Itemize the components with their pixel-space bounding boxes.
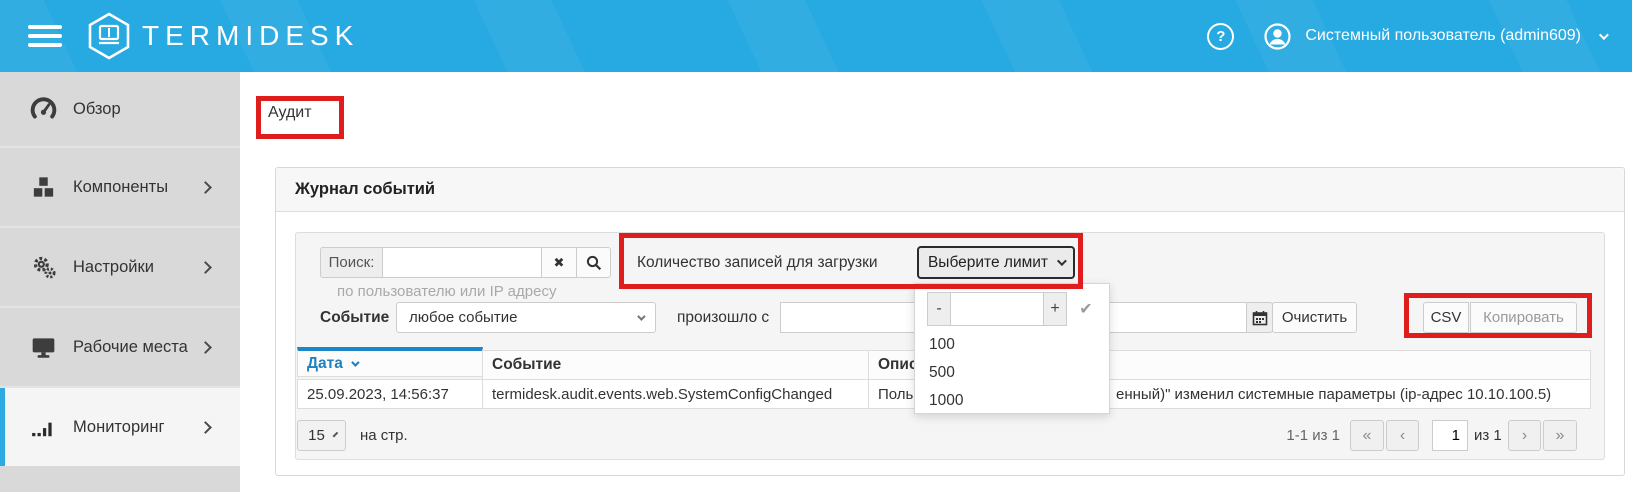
chevron-down-icon [332, 431, 338, 437]
last-page-button[interactable]: » [1543, 420, 1577, 451]
copy-button[interactable]: Копировать [1470, 302, 1577, 333]
limit-option-100[interactable]: 100 [915, 331, 1109, 359]
limit-options: 100 500 1000 [915, 331, 1109, 415]
event-type-select[interactable]: любое событие [396, 302, 656, 333]
hamburger-menu-icon[interactable] [28, 25, 62, 47]
page-number-input[interactable] [1432, 420, 1468, 451]
sidebar-item-label: Рабочие места [73, 338, 188, 357]
table-row-event: termidesk.audit.events.web.SystemConfigC… [482, 379, 869, 409]
brand-name: TERMIDESK [142, 0, 359, 72]
termidesk-logo-icon [86, 12, 132, 60]
sidebar-item-settings[interactable]: Настройки [0, 228, 240, 308]
chevron-right-icon [199, 181, 212, 194]
sidebar-item-label: Настройки [73, 258, 154, 277]
user-menu[interactable]: Системный пользователь (admin609) [1305, 27, 1581, 45]
page-total-label: из 1 [1474, 420, 1502, 451]
description-fragment-start: Поль [878, 386, 913, 403]
bars-icon [30, 414, 57, 440]
sidebar-item-components[interactable]: Компоненты [0, 148, 240, 228]
search-button[interactable] [576, 247, 611, 278]
clear-search-button[interactable]: ✖ [541, 247, 577, 278]
sidebar-item-label: Обзор [73, 100, 121, 119]
chevron-down-icon [637, 312, 645, 320]
event-filter-label: Событие [320, 302, 389, 333]
column-header-date[interactable]: Дата [297, 347, 483, 377]
tab-audit[interactable]: Аудит [268, 104, 312, 122]
clear-filters-button[interactable]: Очистить [1272, 302, 1357, 333]
sidebar-item-monitoring[interactable]: Мониторинг [0, 388, 240, 466]
help-icon[interactable]: ? [1207, 23, 1234, 50]
first-page-button[interactable]: « [1350, 420, 1384, 451]
sidebar-item-label: Мониторинг [73, 418, 165, 437]
sort-chevron-icon [351, 358, 359, 366]
description-fragment-end: енный)" изменил системные параметры (ip-… [1116, 386, 1551, 403]
sidebar-item-workplaces[interactable]: Рабочие места [0, 308, 240, 388]
sidebar-item-overview[interactable]: Обзор [0, 72, 240, 148]
monitor-icon [30, 334, 57, 360]
table-row-date: 25.09.2023, 14:56:37 [297, 379, 483, 409]
event-type-value: любое событие [409, 309, 517, 326]
help-glyph: ? [1216, 28, 1225, 45]
limit-select-button[interactable]: Выберите лимит [917, 246, 1075, 279]
gauge-icon [30, 96, 57, 122]
csv-export-button[interactable]: CSV [1423, 302, 1469, 333]
search-icon [586, 255, 602, 271]
gears-icon [30, 254, 57, 280]
limit-spinner: - + ✔ [927, 292, 1101, 326]
chevron-right-icon [199, 341, 212, 354]
prev-page-button[interactable]: ‹ [1386, 420, 1419, 451]
occurred-from-label: произошло с [677, 302, 769, 333]
limit-value-input[interactable] [951, 292, 1043, 326]
per-page-select[interactable]: 15 [297, 420, 346, 451]
user-avatar-icon [1264, 23, 1291, 50]
limit-select-label: Выберите лимит [928, 254, 1048, 272]
search-label: Поиск: [320, 247, 383, 278]
limit-option-1000[interactable]: 1000 [915, 387, 1109, 415]
per-page-value: 15 [308, 427, 325, 444]
increment-button[interactable]: + [1043, 292, 1067, 326]
calendar-icon [1252, 310, 1268, 326]
topbar-right: ? Системный пользователь (admin609) [1207, 0, 1606, 72]
limit-dropdown: - + ✔ 100 500 1000 [914, 283, 1110, 414]
cubes-icon [30, 174, 57, 200]
per-page-suffix: на стр. [360, 420, 408, 451]
calendar-button[interactable] [1246, 302, 1273, 333]
records-limit-label: Количество записей для загрузки [637, 247, 878, 278]
sidebar-item-label: Компоненты [73, 178, 168, 197]
clear-x-icon: ✖ [554, 255, 565, 271]
panel-title: Журнал событий [276, 168, 1624, 212]
column-header-date-label: Дата [307, 355, 343, 373]
next-page-button[interactable]: › [1508, 420, 1541, 451]
decrement-button[interactable]: - [927, 292, 951, 326]
limit-option-500[interactable]: 500 [915, 359, 1109, 387]
chevron-down-icon [1057, 256, 1067, 266]
search-hint: по пользователю или IP адресу [337, 283, 556, 300]
apply-check-icon[interactable]: ✔ [1071, 292, 1101, 326]
chevron-right-icon [199, 421, 212, 434]
topbar: TERMIDESK ? Системный пользователь (admi… [0, 0, 1632, 72]
pagination-range: 1-1 из 1 [1254, 420, 1340, 451]
chevron-right-icon [199, 261, 212, 274]
user-menu-chevron-icon [1599, 30, 1609, 40]
search-input[interactable] [382, 247, 542, 278]
column-header-event: Событие [482, 350, 869, 380]
sidebar: Обзор Компоненты Настройки Рабочие места [0, 72, 240, 492]
